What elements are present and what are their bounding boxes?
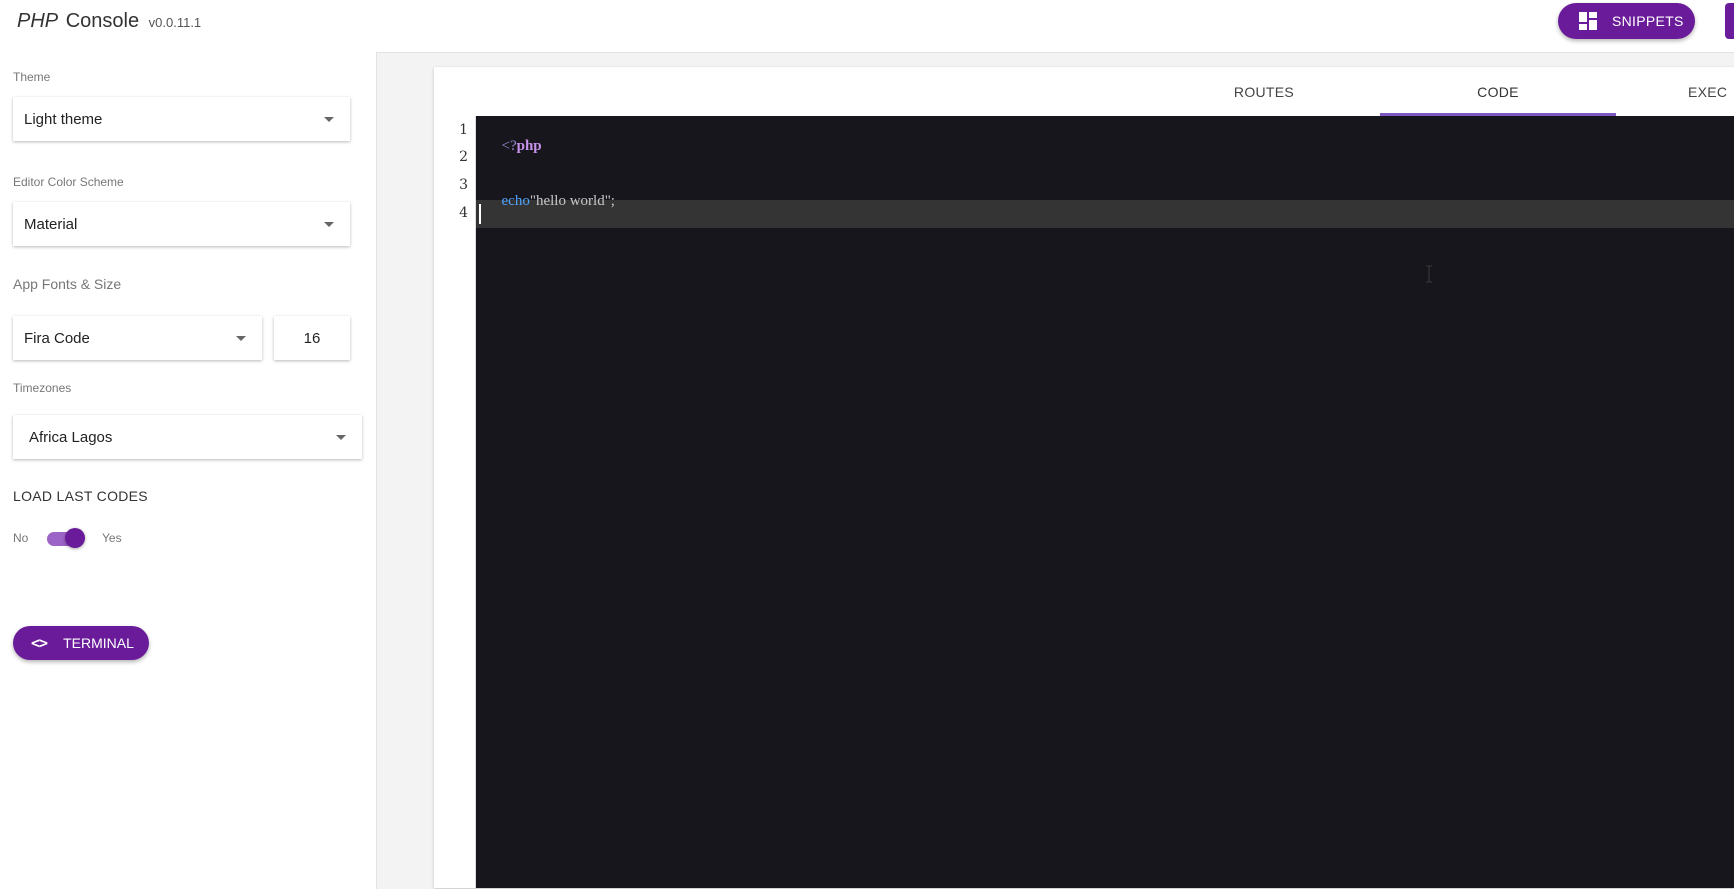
- theme-select[interactable]: Light theme: [13, 97, 350, 141]
- color-scheme-label: Editor Color Scheme: [13, 175, 124, 189]
- tab-routes[interactable]: ROUTES: [1214, 67, 1314, 116]
- code-brackets-icon: <>: [31, 634, 48, 652]
- tab-exec[interactable]: EXEC: [1688, 67, 1734, 116]
- chevron-down-icon: [324, 222, 334, 227]
- load-last-codes-toggle-row: No Yes: [13, 526, 213, 550]
- echo-keyword: echo: [501, 193, 530, 209]
- text-cursor-icon: [1426, 265, 1432, 283]
- timezone-value: Africa Lagos: [29, 428, 113, 446]
- terminal-button[interactable]: <> TERMINAL: [13, 626, 149, 660]
- timezones-label: Timezones: [13, 381, 72, 395]
- snippets-label: SNIPPETS: [1612, 13, 1684, 29]
- editor-card: ROUTES CODE EXEC 1 2 3 4 <?php echo"hell…: [434, 67, 1734, 888]
- editor-tabs: ROUTES CODE EXEC: [434, 67, 1734, 116]
- font-value: Fira Code: [24, 329, 90, 347]
- dashboard-icon: [1579, 12, 1597, 30]
- chevron-down-icon: [336, 435, 346, 440]
- chevron-down-icon: [324, 117, 334, 122]
- timezone-select[interactable]: Africa Lagos: [13, 415, 362, 459]
- brand-php: PHP: [17, 10, 59, 32]
- app-brand: PHP Console v0.0.11.1: [17, 10, 201, 33]
- settings-sidebar: Theme Light theme Editor Color Scheme Ma…: [0, 52, 376, 888]
- header-edge-button[interactable]: [1725, 3, 1734, 39]
- font-select[interactable]: Fira Code: [13, 316, 262, 360]
- theme-label: Theme: [13, 70, 51, 84]
- load-last-codes-switch[interactable]: [47, 528, 87, 548]
- terminal-label: TERMINAL: [63, 635, 134, 651]
- theme-value: Light theme: [24, 110, 103, 128]
- line-number: 2: [459, 149, 468, 165]
- code-line-3: echo"hello world";: [479, 176, 615, 227]
- app-header: PHP Console v0.0.11.1 SNIPPETS: [0, 0, 1734, 52]
- chevron-down-icon: [236, 336, 246, 341]
- line-number: 3: [459, 177, 468, 193]
- string-literal: "hello world";: [529, 193, 615, 209]
- app-version: v0.0.11.1: [148, 15, 202, 30]
- load-last-codes-label: LOAD LAST CODES: [13, 488, 148, 504]
- code-line-1: <?php: [479, 121, 542, 172]
- toggle-yes-label: Yes: [102, 531, 122, 545]
- toggle-no-label: No: [13, 531, 29, 545]
- color-scheme-value: Material: [24, 215, 78, 233]
- fonts-label: App Fonts & Size: [13, 276, 122, 292]
- line-number: 4: [459, 205, 468, 221]
- color-scheme-select[interactable]: Material: [13, 202, 350, 246]
- switch-thumb[interactable]: [65, 528, 85, 548]
- line-number: 1: [459, 122, 468, 138]
- php-open-tag: <?: [501, 138, 517, 154]
- code-editor[interactable]: 1 2 3 4 <?php echo"hello world";: [434, 116, 1734, 888]
- font-size-input[interactable]: 16: [274, 316, 350, 360]
- line-gutter: 1 2 3 4: [434, 116, 476, 888]
- active-line-highlight: [476, 200, 1734, 228]
- text-caret: [479, 204, 481, 224]
- snippets-button[interactable]: SNIPPETS: [1558, 3, 1695, 39]
- tab-code[interactable]: CODE: [1380, 67, 1616, 116]
- brand-console: Console: [65, 10, 140, 32]
- php-keyword: php: [516, 138, 542, 154]
